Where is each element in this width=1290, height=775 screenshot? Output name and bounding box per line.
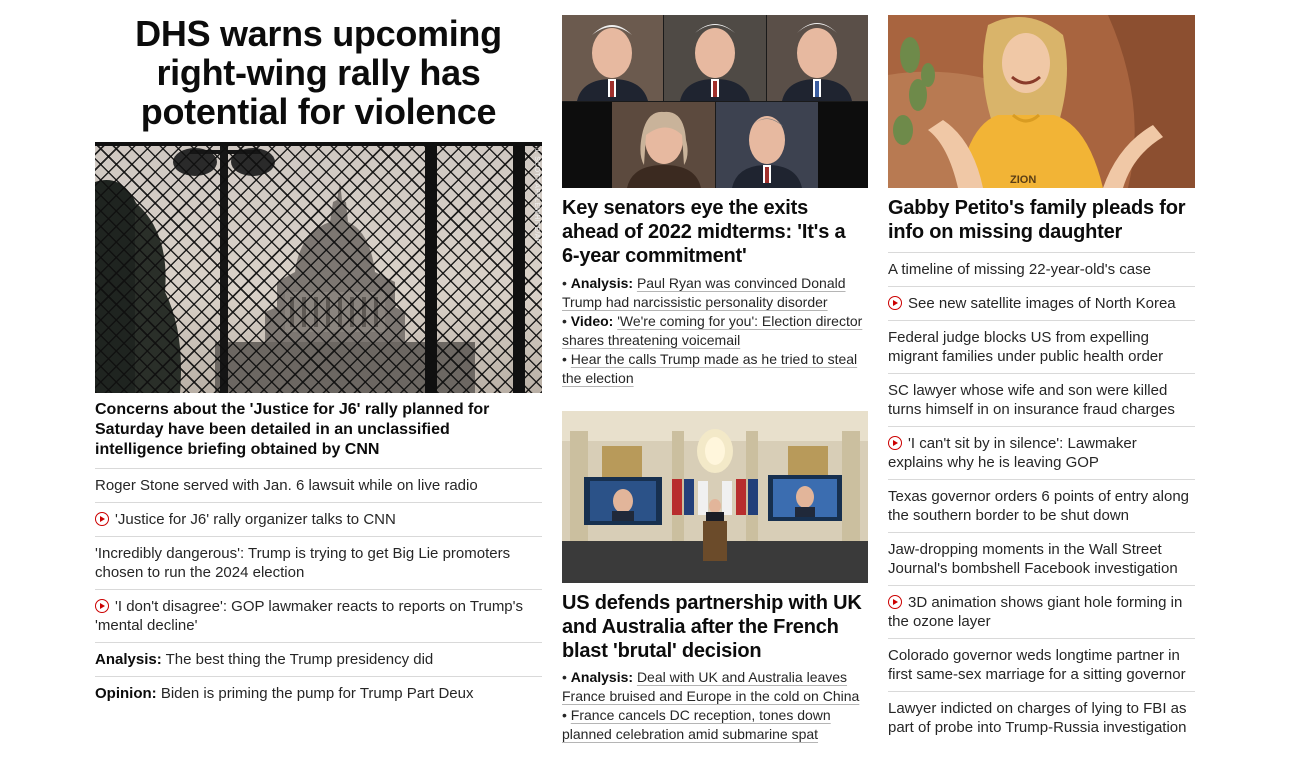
bullet-text: France cancels DC reception, tones down …	[562, 707, 831, 742]
list-item[interactable]: • Hear the calls Trump made as he tried …	[562, 350, 868, 388]
shirt-text: ZION	[1010, 174, 1036, 186]
fence-mesh-overlay	[95, 142, 542, 393]
link-text: SC lawyer whose wife and son were killed…	[888, 382, 1175, 418]
bullet-text: Hear the calls Trump made as he tried to…	[562, 351, 858, 386]
video-play-icon	[888, 296, 902, 310]
list-item[interactable]: See new satellite images of North Korea	[888, 286, 1195, 320]
video-play-icon	[95, 599, 109, 613]
list-item[interactable]: Lawyer indicted on charges of lying to F…	[888, 691, 1195, 744]
list-item[interactable]: Federal judge blocks US from expelling m…	[888, 320, 1195, 373]
link-text: Colorado governor weds longtime partner …	[888, 647, 1186, 683]
link-text: 'I can't sit by in silence': Lawmaker ex…	[888, 435, 1137, 471]
senators-collage-image[interactable]	[562, 15, 868, 188]
video-play-icon	[888, 436, 902, 450]
right-related-links: A timeline of missing 22-year-old's case…	[888, 252, 1195, 744]
video-play-icon	[888, 595, 902, 609]
east-room-press-image[interactable]	[562, 411, 868, 583]
list-item[interactable]: Opinion: Biden is priming the pump for T…	[95, 676, 542, 710]
aukus-headline: US defends partnership with UK and Austr…	[562, 592, 862, 662]
bullet-label: Analysis:	[570, 669, 634, 685]
lead-caption-link[interactable]: Concerns about the 'Justice for J6' rall…	[95, 400, 542, 468]
senators-headline-link[interactable]: Key senators eye the exits ahead of 2022…	[562, 196, 868, 268]
list-item[interactable]: • Analysis: Deal with UK and Australia l…	[562, 668, 868, 706]
link-text: 'Incredibly dangerous': Trump is trying …	[95, 545, 511, 581]
middle-column: Key senators eye the exits ahead of 2022…	[562, 0, 868, 744]
lead-column: DHS warns upcoming right-wing rally has …	[95, 0, 542, 710]
link-label: Analysis:	[95, 651, 162, 668]
link-text: See new satellite images of North Korea	[908, 295, 1176, 312]
video-play-icon	[95, 512, 109, 526]
list-item[interactable]: • Video: 'We're coming for you': Electio…	[562, 312, 868, 350]
link-text: A timeline of missing 22-year-old's case	[888, 261, 1151, 278]
photo-credit: J. SCOTT APPLEWHITE/AP	[533, 148, 540, 244]
link-text: 3D animation shows giant hole forming in…	[888, 594, 1183, 630]
list-item[interactable]: SC lawyer whose wife and son were killed…	[888, 373, 1195, 426]
list-item[interactable]: 'Justice for J6' rally organizer talks t…	[95, 502, 542, 536]
senators-headline: Key senators eye the exits ahead of 2022…	[562, 197, 846, 267]
gabby-petito-image[interactable]: ZION	[888, 15, 1195, 188]
list-item[interactable]: Colorado governor weds longtime partner …	[888, 638, 1195, 691]
lead-related-links: Roger Stone served with Jan. 6 lawsuit w…	[95, 468, 542, 710]
link-text: Biden is priming the pump for Trump Part…	[160, 685, 474, 702]
list-item[interactable]: 'I don't disagree': GOP lawmaker reacts …	[95, 589, 542, 642]
list-item[interactable]: 'Incredibly dangerous': Trump is trying …	[95, 536, 542, 589]
link-text: Roger Stone served with Jan. 6 lawsuit w…	[95, 477, 478, 494]
list-item[interactable]: Jaw-dropping moments in the Wall Street …	[888, 532, 1195, 585]
link-text: Federal judge blocks US from expelling m…	[888, 329, 1164, 365]
link-text: 'I don't disagree': GOP lawmaker reacts …	[95, 598, 524, 634]
right-column: ZION Gabby Petito's family pleads for in…	[888, 0, 1195, 744]
list-item[interactable]: A timeline of missing 22-year-old's case	[888, 252, 1195, 286]
list-item[interactable]: 'I can't sit by in silence': Lawmaker ex…	[888, 426, 1195, 479]
list-item[interactable]: • France cancels DC reception, tones dow…	[562, 706, 868, 744]
aukus-related-bullets: • Analysis: Deal with UK and Australia l…	[562, 668, 868, 744]
list-item[interactable]: 3D animation shows giant hole forming in…	[888, 585, 1195, 638]
aukus-headline-link[interactable]: US defends partnership with UK and Austr…	[562, 591, 868, 663]
link-text: The best thing the Trump presidency did	[165, 651, 434, 668]
link-text: Texas governor orders 6 points of entry …	[888, 488, 1190, 524]
list-item[interactable]: • Analysis: Paul Ryan was convinced Dona…	[562, 274, 868, 312]
link-text: 'Justice for J6' rally organizer talks t…	[115, 511, 396, 528]
capitol-fence-image[interactable]: J. SCOTT APPLEWHITE/AP	[95, 142, 542, 393]
link-label: Opinion:	[95, 685, 157, 702]
list-item[interactable]: Texas governor orders 6 points of entry …	[888, 479, 1195, 532]
list-item[interactable]: Analysis: The best thing the Trump presi…	[95, 642, 542, 676]
link-text: Jaw-dropping moments in the Wall Street …	[888, 541, 1178, 577]
petito-headline: Gabby Petito's family pleads for info on…	[888, 197, 1186, 243]
list-item[interactable]: Roger Stone served with Jan. 6 lawsuit w…	[95, 468, 542, 502]
lead-story-title: DHS warns upcoming right-wing rally has …	[135, 13, 502, 132]
lead-caption: Concerns about the 'Justice for J6' rall…	[95, 401, 490, 458]
bullet-label: Analysis:	[570, 275, 634, 291]
lead-story-title-link[interactable]: DHS warns upcoming right-wing rally has …	[95, 14, 542, 131]
bullet-label: Video:	[570, 313, 614, 329]
link-text: Lawyer indicted on charges of lying to F…	[888, 700, 1187, 736]
petito-headline-link[interactable]: Gabby Petito's family pleads for info on…	[888, 196, 1195, 252]
senators-related-bullets: • Analysis: Paul Ryan was convinced Dona…	[562, 274, 868, 388]
